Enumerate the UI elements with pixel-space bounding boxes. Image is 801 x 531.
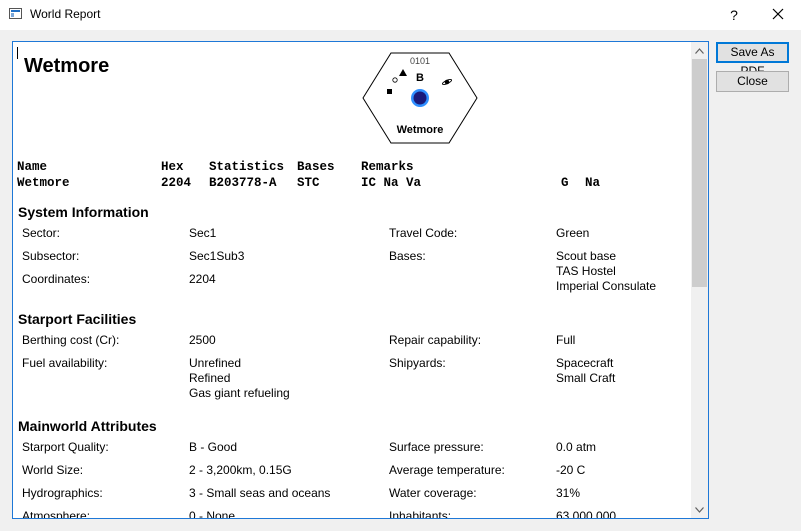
chevron-down-icon xyxy=(695,506,704,513)
section-starport-facilities: Starport Facilities xyxy=(18,311,137,327)
atmosphere-label: Atmosphere: xyxy=(22,509,91,518)
shipyards-value-1: Spacecraft xyxy=(556,356,614,370)
summary-bases: STC xyxy=(297,176,320,190)
hydrographics-value: 3 - Small seas and oceans xyxy=(189,486,331,500)
world-name-heading: Wetmore xyxy=(24,55,110,77)
scroll-down-button[interactable] xyxy=(691,501,708,518)
report-content: Wetmore 0101 B Wetmore Name Hex Statisti… xyxy=(13,42,691,518)
scrollbar-thumb[interactable] xyxy=(692,59,707,287)
starport-quality-value: B - Good xyxy=(189,440,238,454)
pressure-label: Surface pressure: xyxy=(389,440,484,454)
summary-extra: Na xyxy=(585,176,601,190)
bases-label: Bases: xyxy=(389,249,426,263)
summary-header-name: Name xyxy=(17,160,48,174)
berthing-value: 2500 xyxy=(189,333,216,347)
section-system-information: System Information xyxy=(18,204,149,220)
chevron-up-icon xyxy=(695,47,704,54)
summary-header-statistics: Statistics xyxy=(209,160,285,174)
coordinates-value: 2204 xyxy=(189,272,216,286)
berthing-label: Berthing cost (Cr): xyxy=(22,333,120,347)
sector-value: Sec1 xyxy=(189,226,217,240)
window-title: World Report xyxy=(30,7,101,21)
repair-value: Full xyxy=(556,333,576,347)
fuel-value-3: Gas giant refueling xyxy=(189,386,290,400)
section-mainworld-attributes: Mainworld Attributes xyxy=(18,418,157,434)
fuel-value-2: Refined xyxy=(189,371,231,385)
small-circle-icon xyxy=(392,77,398,83)
repair-label: Repair capability: xyxy=(389,333,482,347)
summary-header-bases: Bases xyxy=(297,160,335,174)
help-button[interactable]: ? xyxy=(722,4,746,26)
bases-value-2: TAS Hostel xyxy=(556,264,616,278)
world-size-label: World Size: xyxy=(22,463,84,477)
pressure-value: 0.0 atm xyxy=(556,440,597,454)
title-bar: World Report ? xyxy=(0,0,801,30)
shipyards-label: Shipyards: xyxy=(389,356,446,370)
shipyards-value-2: Small Craft xyxy=(556,371,616,385)
subsector-value: Sec1Sub3 xyxy=(189,249,245,263)
close-button[interactable]: Close xyxy=(716,71,789,92)
water-coverage-label: Water coverage: xyxy=(389,486,477,500)
close-icon xyxy=(772,8,784,20)
fuel-label: Fuel availability: xyxy=(22,356,108,370)
water-coverage-value: 31% xyxy=(556,486,581,500)
report-view[interactable]: Wetmore 0101 B Wetmore Name Hex Statisti… xyxy=(12,41,709,519)
summary-name: Wetmore xyxy=(17,176,70,190)
bases-value-3: Imperial Consulate xyxy=(556,279,657,293)
hex-map: 0101 B Wetmore xyxy=(361,51,479,145)
text-cursor xyxy=(17,47,18,59)
summary-hex: 2204 xyxy=(161,176,192,190)
atmosphere-value: 0 - None xyxy=(189,509,236,518)
summary-header-hex: Hex xyxy=(161,160,184,174)
close-window-button[interactable] xyxy=(766,4,790,26)
temperature-value: -20 C xyxy=(556,463,586,477)
hydrographics-label: Hydrographics: xyxy=(22,486,103,500)
temperature-label: Average temperature: xyxy=(389,463,505,477)
travel-code-label: Travel Code: xyxy=(389,226,458,240)
scroll-up-button[interactable] xyxy=(691,42,708,59)
summary-remarks: IC Na Va xyxy=(361,176,422,190)
world-size-value: 2 - 3,200km, 0.15G xyxy=(189,463,292,477)
starport-quality-label: Starport Quality: xyxy=(22,440,109,454)
bases-value-1: Scout base xyxy=(556,249,617,263)
subsector-label: Subsector: xyxy=(22,249,80,263)
hex-world-label: Wetmore xyxy=(397,124,444,136)
vertical-scrollbar[interactable] xyxy=(691,42,708,518)
hex-number: 0101 xyxy=(410,56,430,66)
inhabitants-value: 63,000,000 xyxy=(556,509,617,518)
app-window-icon xyxy=(9,8,22,19)
fuel-value-1: Unrefined xyxy=(189,356,242,370)
square-base-icon xyxy=(387,89,392,94)
world-dot xyxy=(413,91,427,105)
summary-header-remarks: Remarks xyxy=(361,160,414,174)
sector-label: Sector: xyxy=(22,226,61,240)
summary-statistics: B203778-A xyxy=(209,176,277,190)
starport-letter: B xyxy=(416,72,424,84)
summary-allegiance: G xyxy=(561,176,569,190)
inhabitants-label: Inhabitants: xyxy=(389,509,452,518)
coordinates-label: Coordinates: xyxy=(22,272,91,286)
save-as-pdf-button[interactable]: Save As PDF xyxy=(716,42,789,78)
travel-code-value: Green xyxy=(556,226,590,240)
